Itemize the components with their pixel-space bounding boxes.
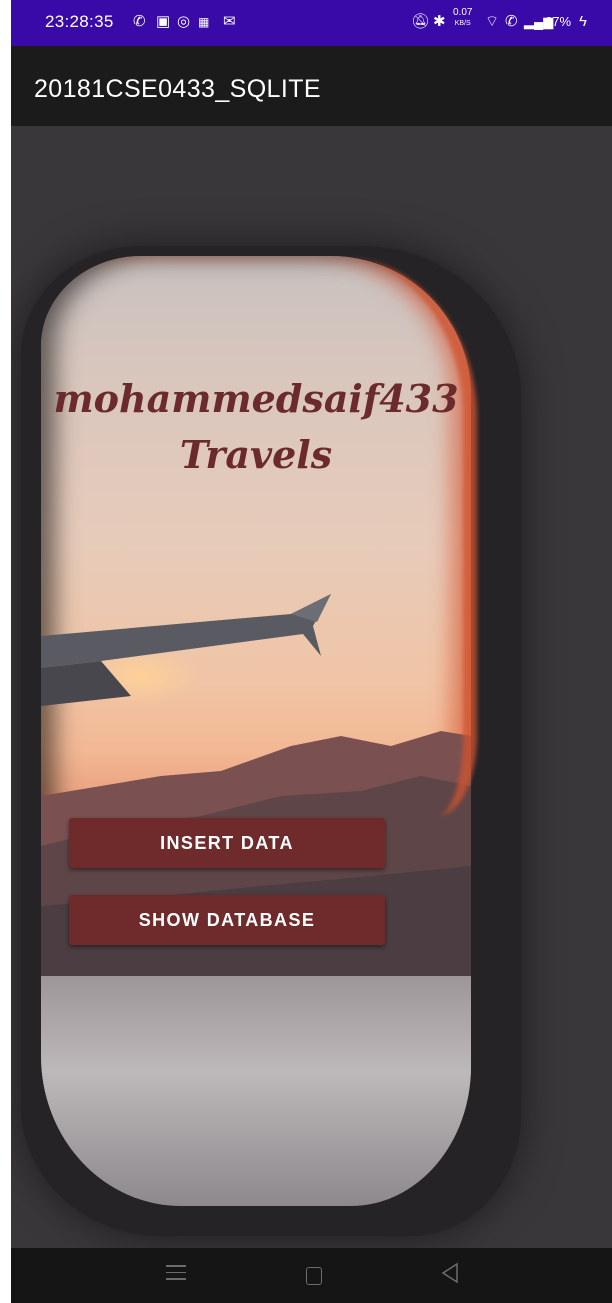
background-image: mohammedsaif433 Travels INSERT DATA SHOW… xyxy=(11,126,612,1248)
news-icon: ▦ xyxy=(198,15,210,29)
volte-icon: ✆ xyxy=(505,13,518,30)
battery-percent: 67% xyxy=(545,14,572,29)
sea xyxy=(41,976,471,1206)
network-speed: 0.07 KB/S xyxy=(453,8,472,29)
message-icon: ▣ xyxy=(156,13,171,30)
app-bar: 20181CSE0433_SQLITE xyxy=(11,46,612,126)
wifi-icon: ⌔ xyxy=(485,13,500,30)
brand-title: mohammedsaif433 Travels xyxy=(41,371,471,483)
whatsapp-icon: ✆ xyxy=(133,13,146,30)
charging-icon: ϟ xyxy=(579,13,587,30)
app-title: 20181CSE0433_SQLITE xyxy=(34,75,321,103)
brand-subtitle: Travels xyxy=(179,432,333,477)
show-database-button[interactable]: SHOW DATABASE xyxy=(69,895,385,945)
speed-unit: KB/S xyxy=(454,20,471,27)
status-time: 23:28:35 xyxy=(45,12,114,31)
speed-value: 0.07 xyxy=(453,7,473,18)
status-bar: 23:28:35 ✆ ▣ ◎ ▦ ✉ 🔕︎ ✱ 0.07 KB/S ⌔ ✆ ▂▄… xyxy=(11,0,612,46)
bluetooth-icon: ✱ xyxy=(433,13,446,30)
back-icon[interactable] xyxy=(441,1262,459,1284)
menu-icon[interactable] xyxy=(166,1265,186,1285)
silent-icon: 🔕︎ xyxy=(411,13,431,30)
navigation-bar xyxy=(11,1248,612,1303)
phone-screen: 23:28:35 ✆ ▣ ◎ ▦ ✉ 🔕︎ ✱ 0.07 KB/S ⌔ ✆ ▂▄… xyxy=(11,0,612,1303)
gmail-icon: ✉ xyxy=(223,13,236,30)
window-rim-light xyxy=(333,256,477,816)
home-icon[interactable] xyxy=(306,1267,322,1285)
brand-name: mohammedsaif433 xyxy=(53,376,459,421)
insert-data-button[interactable]: INSERT DATA xyxy=(69,818,385,868)
instagram-icon: ◎ xyxy=(177,13,191,30)
